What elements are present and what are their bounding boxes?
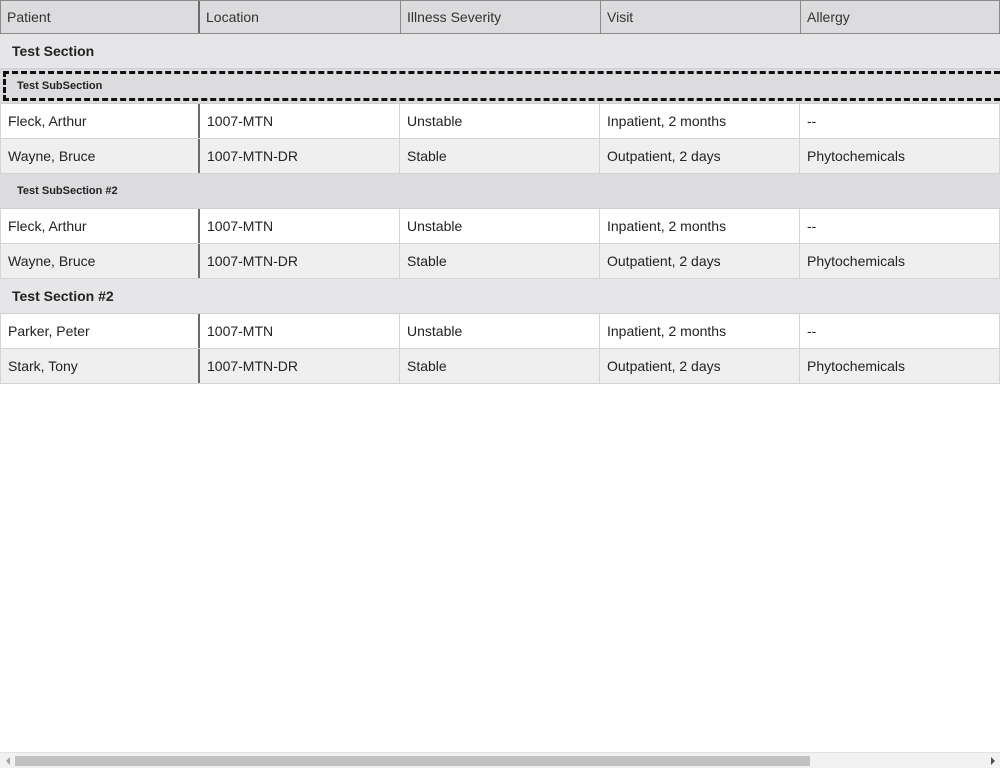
column-header-illness-severity[interactable]: Illness Severity: [400, 1, 600, 33]
cell-visit[interactable]: Outpatient, 2 days: [600, 244, 800, 278]
cell-location[interactable]: 1007-MTN: [200, 314, 400, 348]
cell-patient[interactable]: Wayne, Bruce: [0, 139, 200, 173]
cell-patient[interactable]: Wayne, Bruce: [0, 244, 200, 278]
cell-illness-severity[interactable]: Stable: [400, 139, 600, 173]
cell-allergy[interactable]: --: [800, 314, 1000, 348]
data-grid: Patient Location Illness Severity Visit …: [0, 0, 1000, 752]
cell-visit[interactable]: Inpatient, 2 months: [600, 104, 800, 138]
cell-allergy[interactable]: --: [800, 209, 1000, 243]
section-header[interactable]: Test Section: [0, 34, 1000, 69]
cell-allergy[interactable]: Phytochemicals: [800, 244, 1000, 278]
cell-allergy[interactable]: Phytochemicals: [800, 349, 1000, 383]
table-row[interactable]: Parker, Peter 1007-MTN Unstable Inpatien…: [0, 314, 1000, 349]
cell-patient[interactable]: Stark, Tony: [0, 349, 200, 383]
table-row[interactable]: Wayne, Bruce 1007-MTN-DR Stable Outpatie…: [0, 244, 1000, 279]
cell-allergy[interactable]: Phytochemicals: [800, 139, 1000, 173]
cell-visit[interactable]: Outpatient, 2 days: [600, 349, 800, 383]
cell-illness-severity[interactable]: Unstable: [400, 209, 600, 243]
cell-patient[interactable]: Fleck, Arthur: [0, 209, 200, 243]
scroll-right-arrow-icon[interactable]: [985, 753, 1000, 768]
table-row[interactable]: Fleck, Arthur 1007-MTN Unstable Inpatien…: [0, 104, 1000, 139]
column-header-row: Patient Location Illness Severity Visit …: [0, 0, 1000, 34]
cell-patient[interactable]: Fleck, Arthur: [0, 104, 200, 138]
cell-location[interactable]: 1007-MTN: [200, 104, 400, 138]
cell-patient[interactable]: Parker, Peter: [0, 314, 200, 348]
cell-visit[interactable]: Outpatient, 2 days: [600, 139, 800, 173]
section-header[interactable]: Test Section #2: [0, 279, 1000, 314]
cell-illness-severity[interactable]: Stable: [400, 349, 600, 383]
cell-visit[interactable]: Inpatient, 2 months: [600, 314, 800, 348]
subsection-header[interactable]: Test SubSection: [0, 69, 1000, 104]
horizontal-scrollbar[interactable]: [0, 752, 1000, 768]
cell-allergy[interactable]: --: [800, 104, 1000, 138]
cell-location[interactable]: 1007-MTN: [200, 209, 400, 243]
table-row[interactable]: Stark, Tony 1007-MTN-DR Stable Outpatien…: [0, 349, 1000, 384]
cell-location[interactable]: 1007-MTN-DR: [200, 244, 400, 278]
scroll-left-arrow-icon[interactable]: [0, 753, 15, 768]
horizontal-scrollbar-thumb[interactable]: [15, 756, 810, 766]
column-header-location[interactable]: Location: [200, 1, 400, 33]
cell-location[interactable]: 1007-MTN-DR: [200, 349, 400, 383]
column-header-patient[interactable]: Patient: [0, 1, 200, 33]
cell-visit[interactable]: Inpatient, 2 months: [600, 209, 800, 243]
table-row[interactable]: Wayne, Bruce 1007-MTN-DR Stable Outpatie…: [0, 139, 1000, 174]
cell-illness-severity[interactable]: Unstable: [400, 314, 600, 348]
cell-illness-severity[interactable]: Unstable: [400, 104, 600, 138]
column-header-allergy[interactable]: Allergy: [800, 1, 1000, 33]
cell-illness-severity[interactable]: Stable: [400, 244, 600, 278]
subsection-header[interactable]: Test SubSection #2: [0, 174, 1000, 209]
table-row[interactable]: Fleck, Arthur 1007-MTN Unstable Inpatien…: [0, 209, 1000, 244]
cell-location[interactable]: 1007-MTN-DR: [200, 139, 400, 173]
column-header-visit[interactable]: Visit: [600, 1, 800, 33]
